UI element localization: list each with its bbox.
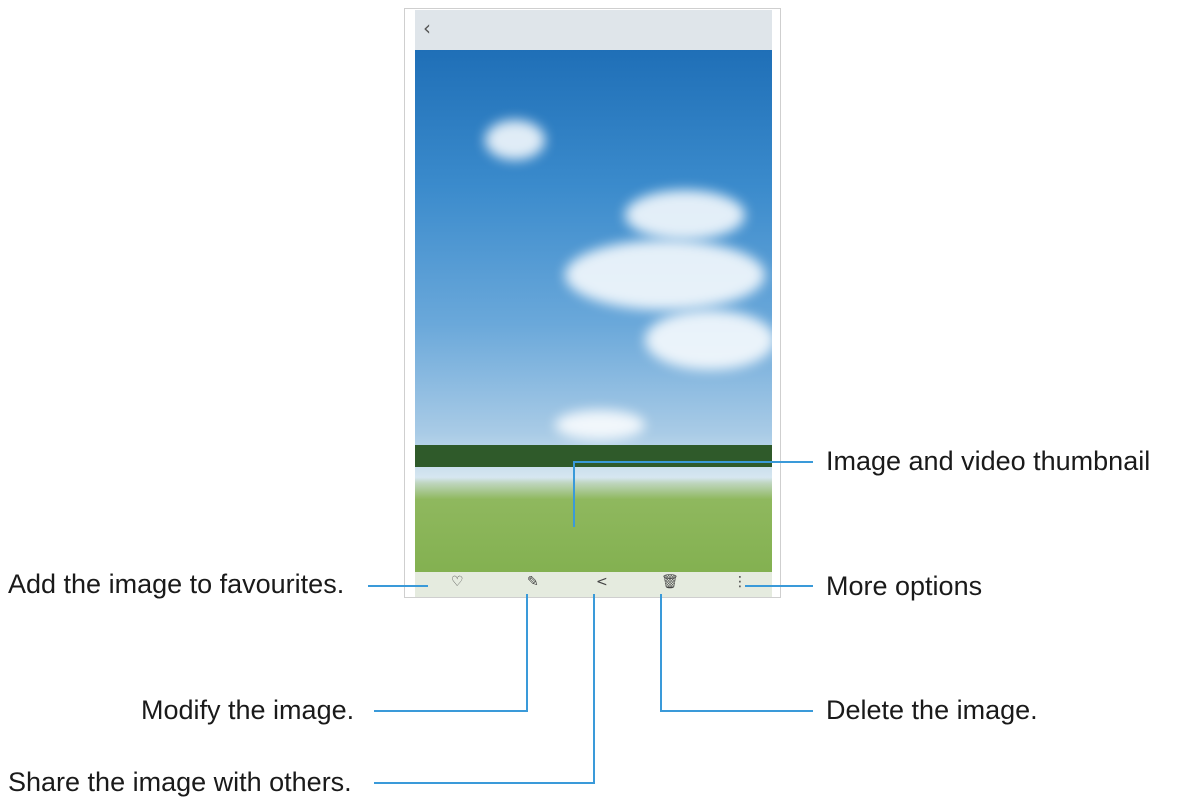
callout-line bbox=[573, 461, 575, 527]
edit-icon[interactable]: ✎ bbox=[527, 574, 539, 590]
callout-line bbox=[368, 585, 428, 587]
callout-delete: Delete the image. bbox=[826, 695, 1038, 725]
more-options-icon[interactable]: ⋮ bbox=[733, 574, 747, 590]
share-icon[interactable]: < bbox=[596, 574, 608, 590]
top-bar: ‹ bbox=[415, 10, 772, 50]
cloud bbox=[555, 410, 645, 440]
callout-line bbox=[745, 585, 813, 587]
callout-line bbox=[660, 594, 662, 711]
tree-line bbox=[415, 445, 772, 467]
cloud bbox=[565, 240, 765, 310]
callout-line bbox=[526, 594, 528, 711]
callout-line bbox=[573, 461, 813, 463]
delete-icon[interactable]: 🗑 bbox=[661, 574, 679, 590]
callout-thumbnail: Image and video thumbnail bbox=[826, 446, 1151, 476]
back-icon[interactable]: ‹ bbox=[423, 16, 431, 40]
device-screen: ‹ ♡ ✎ < 🗑 ⋮ bbox=[404, 8, 781, 598]
callout-share: Share the image with others. bbox=[8, 767, 352, 797]
cloud bbox=[645, 310, 772, 370]
callout-more-options: More options bbox=[826, 571, 983, 601]
callout-line bbox=[374, 710, 528, 712]
callout-line bbox=[374, 782, 595, 784]
callout-favourites: Add the image to favourites. bbox=[8, 569, 345, 599]
favourite-icon[interactable]: ♡ bbox=[451, 574, 464, 590]
cloud bbox=[485, 120, 545, 160]
cloud bbox=[625, 190, 745, 240]
callout-modify: Modify the image. bbox=[141, 695, 355, 725]
photo-view bbox=[415, 50, 772, 597]
callout-line bbox=[593, 594, 595, 783]
callout-line bbox=[660, 710, 813, 712]
